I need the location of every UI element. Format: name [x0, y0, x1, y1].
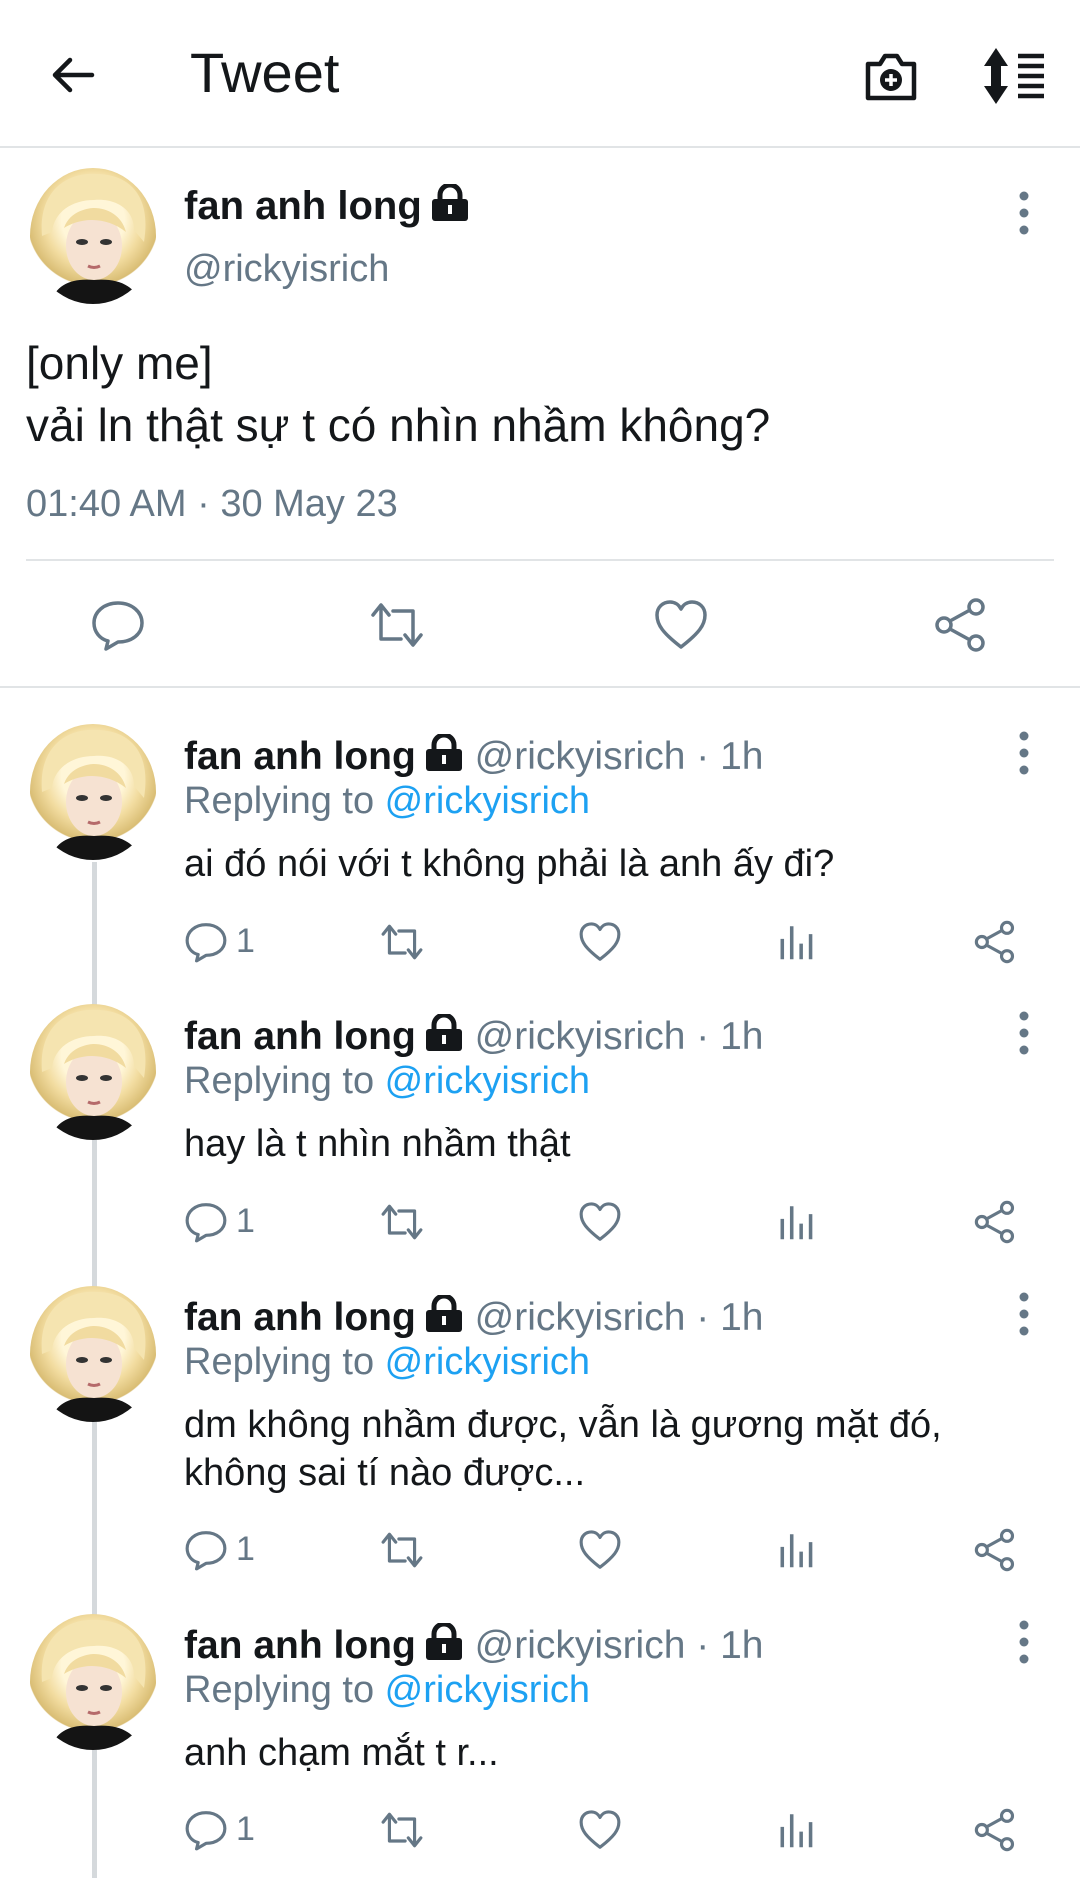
lock-icon [425, 1295, 462, 1332]
reply-count: 1 [236, 922, 255, 960]
heart-icon[interactable] [578, 920, 622, 964]
share-icon[interactable] [974, 920, 1018, 964]
lock-icon [425, 1014, 462, 1051]
more-vertical-icon[interactable] [1014, 728, 1034, 778]
reply-icon[interactable] [90, 597, 146, 653]
reply-icon[interactable] [184, 1200, 228, 1244]
more-vertical-icon[interactable] [1014, 1008, 1034, 1058]
handle-time: @rickyisrich · 1h [474, 1624, 764, 1667]
author-name: fan anh long [184, 735, 416, 778]
replying-to-link[interactable]: @rickyisrich [385, 1060, 590, 1102]
replying-to: Replying to @rickyisrich [184, 780, 591, 822]
page-title: Tweet [190, 41, 340, 104]
replying-to-link[interactable]: @rickyisrich [385, 780, 590, 822]
reply-text: dm không nhầm được, vẫn là gương mặt đó,… [184, 1404, 942, 1494]
replying-to: Replying to @rickyisrich [184, 1341, 591, 1383]
tweet-timestamp: 01:40 AM · 30 May 23 [26, 483, 398, 525]
analytics-icon[interactable] [776, 1528, 820, 1572]
reply-text: hay là t nhìn nhầm thật [184, 1123, 571, 1165]
lock-icon [431, 184, 468, 221]
author-name[interactable]: fan anh long [184, 184, 470, 229]
reply-count: 1 [236, 1202, 255, 1240]
analytics-icon[interactable] [776, 1808, 820, 1852]
retweet-icon[interactable] [380, 1528, 424, 1572]
heart-icon[interactable] [578, 1200, 622, 1244]
handle-time: @rickyisrich · 1h [474, 735, 764, 778]
lock-icon [425, 1623, 462, 1660]
share-icon[interactable] [974, 1808, 1018, 1852]
reply-text: ai đó nói với t không phải là anh ấy đi? [184, 843, 835, 885]
avatar[interactable] [30, 1004, 156, 1140]
avatar[interactable] [30, 168, 156, 304]
divider [0, 686, 1080, 688]
more-vertical-icon[interactable] [1014, 1289, 1034, 1339]
more-vertical-icon[interactable] [1014, 1617, 1034, 1667]
reply-icon[interactable] [184, 920, 228, 964]
analytics-icon[interactable] [776, 920, 820, 964]
avatar[interactable] [30, 1286, 156, 1422]
tweet-text: [only me] vải ln thật sự t có nhìn nhầm … [26, 337, 771, 451]
reply-header[interactable]: fan anh long @rickyisrich · 1h [184, 734, 763, 779]
author-name: fan anh long [184, 1296, 416, 1339]
handle-time: @rickyisrich · 1h [474, 1015, 764, 1058]
handle-time: @rickyisrich · 1h [474, 1296, 764, 1339]
avatar[interactable] [30, 724, 156, 860]
sort-icon[interactable] [982, 46, 1048, 106]
retweet-icon[interactable] [380, 920, 424, 964]
reply-text: anh chạm mắt t r... [184, 1732, 499, 1774]
top-bar: Tweet [0, 0, 1080, 148]
retweet-icon[interactable] [380, 1200, 424, 1244]
retweet-icon[interactable] [369, 597, 425, 653]
replying-to: Replying to @rickyisrich [184, 1060, 591, 1102]
replying-to-link[interactable]: @rickyisrich [385, 1341, 590, 1383]
share-icon[interactable] [934, 597, 990, 653]
author-name: fan anh long [184, 1624, 416, 1667]
reply-header[interactable]: fan anh long @rickyisrich · 1h [184, 1623, 763, 1668]
heart-icon[interactable] [653, 597, 709, 653]
retweet-icon[interactable] [380, 1808, 424, 1852]
arrow-left-icon[interactable] [48, 50, 98, 100]
reply-header[interactable]: fan anh long @rickyisrich · 1h [184, 1295, 763, 1340]
avatar[interactable] [30, 1614, 156, 1750]
lock-icon [425, 734, 462, 771]
reply-header[interactable]: fan anh long @rickyisrich · 1h [184, 1014, 763, 1059]
heart-icon[interactable] [578, 1808, 622, 1852]
replying-to: Replying to @rickyisrich [184, 1669, 591, 1711]
author-name: fan anh long [184, 1015, 416, 1058]
replying-to-link[interactable]: @rickyisrich [385, 1669, 590, 1711]
reply-icon[interactable] [184, 1528, 228, 1572]
reply-count: 1 [236, 1530, 255, 1568]
share-icon[interactable] [974, 1200, 1018, 1244]
divider [26, 559, 1054, 561]
author-handle[interactable]: @rickyisrich [184, 248, 389, 291]
analytics-icon[interactable] [776, 1200, 820, 1244]
share-icon[interactable] [974, 1528, 1018, 1572]
reply-count: 1 [236, 1810, 255, 1848]
camera-add-icon[interactable] [862, 48, 920, 104]
heart-icon[interactable] [578, 1528, 622, 1572]
more-vertical-icon[interactable] [1014, 188, 1034, 238]
reply-icon[interactable] [184, 1808, 228, 1852]
